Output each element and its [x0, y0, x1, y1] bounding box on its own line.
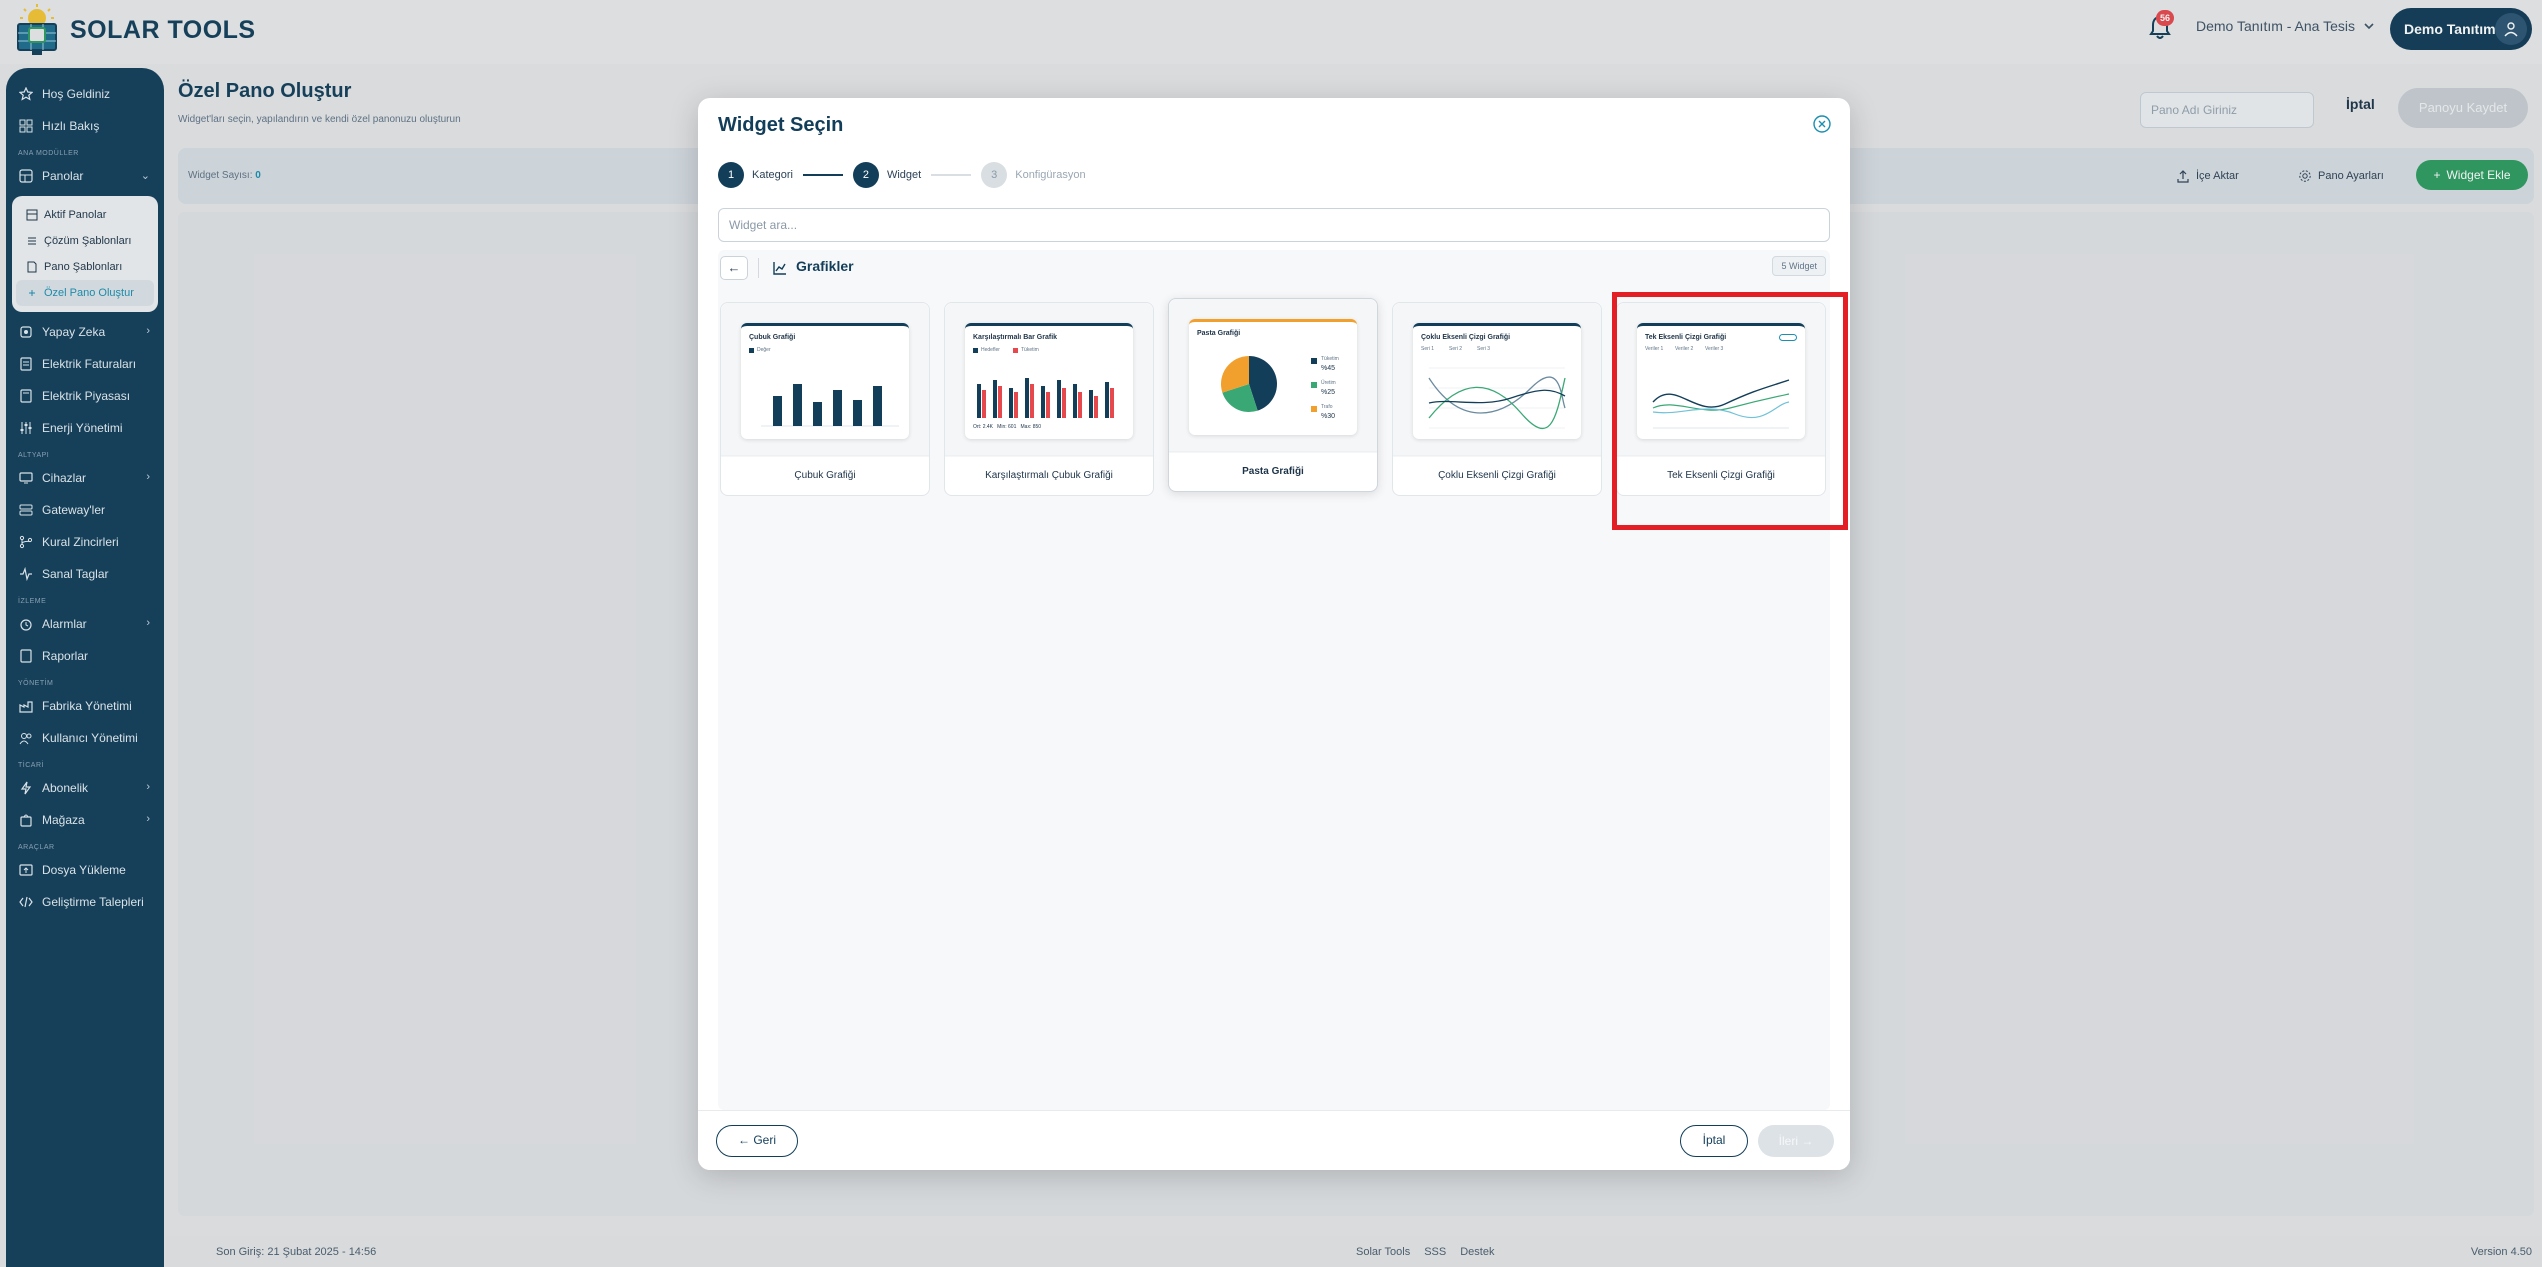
card-title: Karşılaştırmalı Çubuk Grafiği — [945, 455, 1153, 495]
widget-card-bar-chart[interactable]: Çubuk Grafiği Değer Çubuk Grafiği — [720, 302, 930, 496]
legend-swatch — [1311, 358, 1317, 364]
back-button[interactable]: ← Geri — [716, 1125, 798, 1157]
comparative-bar-preview — [977, 378, 1114, 418]
widget-card-multi-axis-line-chart[interactable]: Çoklu Eksenli Çizgi Grafiği Seri 1 Seri … — [1392, 302, 1602, 496]
mini-chart-preview: Pasta Grafiği Tüketim %45 Üretim %25 Tra… — [1189, 319, 1357, 435]
category-widget-count: 5 Widget — [1772, 256, 1826, 276]
legend-swatch — [1013, 348, 1018, 353]
next-button[interactable]: İleri → — [1758, 1125, 1834, 1157]
modal-cancel-button[interactable]: İptal — [1680, 1125, 1748, 1157]
step-1-number[interactable]: 1 — [718, 162, 744, 188]
wizard-stepper: 1 Kategori 2 Widget 3 Konfigürasyon — [718, 162, 1086, 188]
close-icon[interactable] — [1812, 114, 1832, 134]
widget-card-comparative-bar-chart[interactable]: Karşılaştırmalı Bar Grafik Hedefler Tüke… — [944, 302, 1154, 496]
modal-title: Widget Seçin — [718, 114, 844, 136]
mini-chart-preview: Çoklu Eksenli Çizgi Grafiği Seri 1 Seri … — [1413, 323, 1581, 439]
widget-card-pie-chart[interactable]: Pasta Grafiği Tüketim %45 Üretim %25 Tra… — [1168, 298, 1378, 492]
divider — [758, 258, 759, 278]
card-preview: Pasta Grafiği Tüketim %45 Üretim %25 Tra… — [1169, 299, 1377, 453]
chart-line-icon — [773, 262, 786, 275]
step-3-number: 3 — [981, 162, 1008, 188]
legend-swatch — [973, 348, 978, 353]
step-1-label: Kategori — [752, 169, 793, 181]
card-title: Çoklu Eksenli Çizgi Grafiği — [1393, 455, 1601, 495]
legend-swatch — [749, 348, 754, 353]
step-2-label: Widget — [886, 169, 922, 181]
bar-chart-preview — [761, 384, 899, 427]
pie-chart-preview — [1221, 356, 1277, 412]
category-back-button[interactable]: ← — [720, 256, 748, 280]
modal-footer: ← Geri İptal İleri → — [698, 1110, 1850, 1170]
step-connector — [802, 174, 843, 176]
multi-line-preview — [1428, 367, 1566, 429]
card-preview: Çoklu Eksenli Çizgi Grafiği Seri 1 Seri … — [1393, 303, 1601, 457]
category-name: Grafikler — [796, 258, 854, 274]
mini-chart-preview: Karşılaştırmalı Bar Grafik Hedefler Tüke… — [965, 323, 1133, 439]
card-title: Pasta Grafiği — [1169, 451, 1377, 491]
selection-highlight-box — [1612, 292, 1848, 530]
widget-select-modal: Widget Seçin 1 Kategori 2 Widget 3 Konfi… — [698, 98, 1850, 1170]
card-title: Çubuk Grafiği — [721, 455, 929, 495]
legend-swatch — [1311, 406, 1317, 412]
card-preview: Çubuk Grafiği Değer — [721, 303, 929, 457]
step-3-label: Konfigürasyon — [1015, 169, 1086, 181]
mini-chart-preview: Çubuk Grafiği Değer — [741, 323, 909, 439]
legend-swatch — [1311, 382, 1317, 388]
step-2-number[interactable]: 2 — [852, 162, 879, 188]
arrow-left-icon: ← — [727, 260, 741, 275]
step-connector — [931, 174, 972, 176]
card-preview: Karşılaştırmalı Bar Grafik Hedefler Tüke… — [945, 303, 1153, 457]
widget-search-input[interactable]: Widget ara... — [718, 208, 1830, 242]
